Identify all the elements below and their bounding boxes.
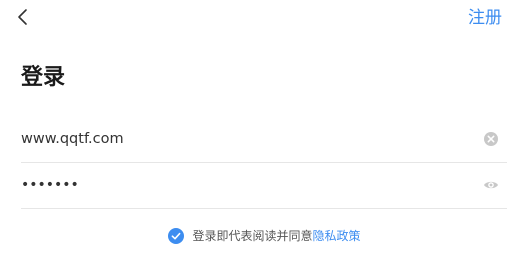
username-field-row (21, 117, 507, 163)
password-input[interactable] (21, 163, 461, 207)
back-button[interactable] (10, 5, 34, 29)
clear-icon[interactable] (483, 131, 499, 147)
agreement-row: 登录即代表阅读并同意 隐私政策 (0, 227, 529, 245)
chevron-left-icon (16, 8, 28, 26)
check-circle-icon (168, 228, 185, 244)
agreement-text: 登录即代表阅读并同意 (192, 229, 313, 243)
register-link[interactable]: 注册 (468, 7, 502, 29)
privacy-policy-link[interactable]: 隐私政策 (313, 227, 361, 245)
eye-icon[interactable] (483, 177, 499, 193)
username-input[interactable] (21, 117, 461, 161)
password-field-row (21, 163, 507, 209)
agreement-checkbox[interactable] (168, 228, 185, 244)
page-title: 登录 (21, 65, 66, 90)
